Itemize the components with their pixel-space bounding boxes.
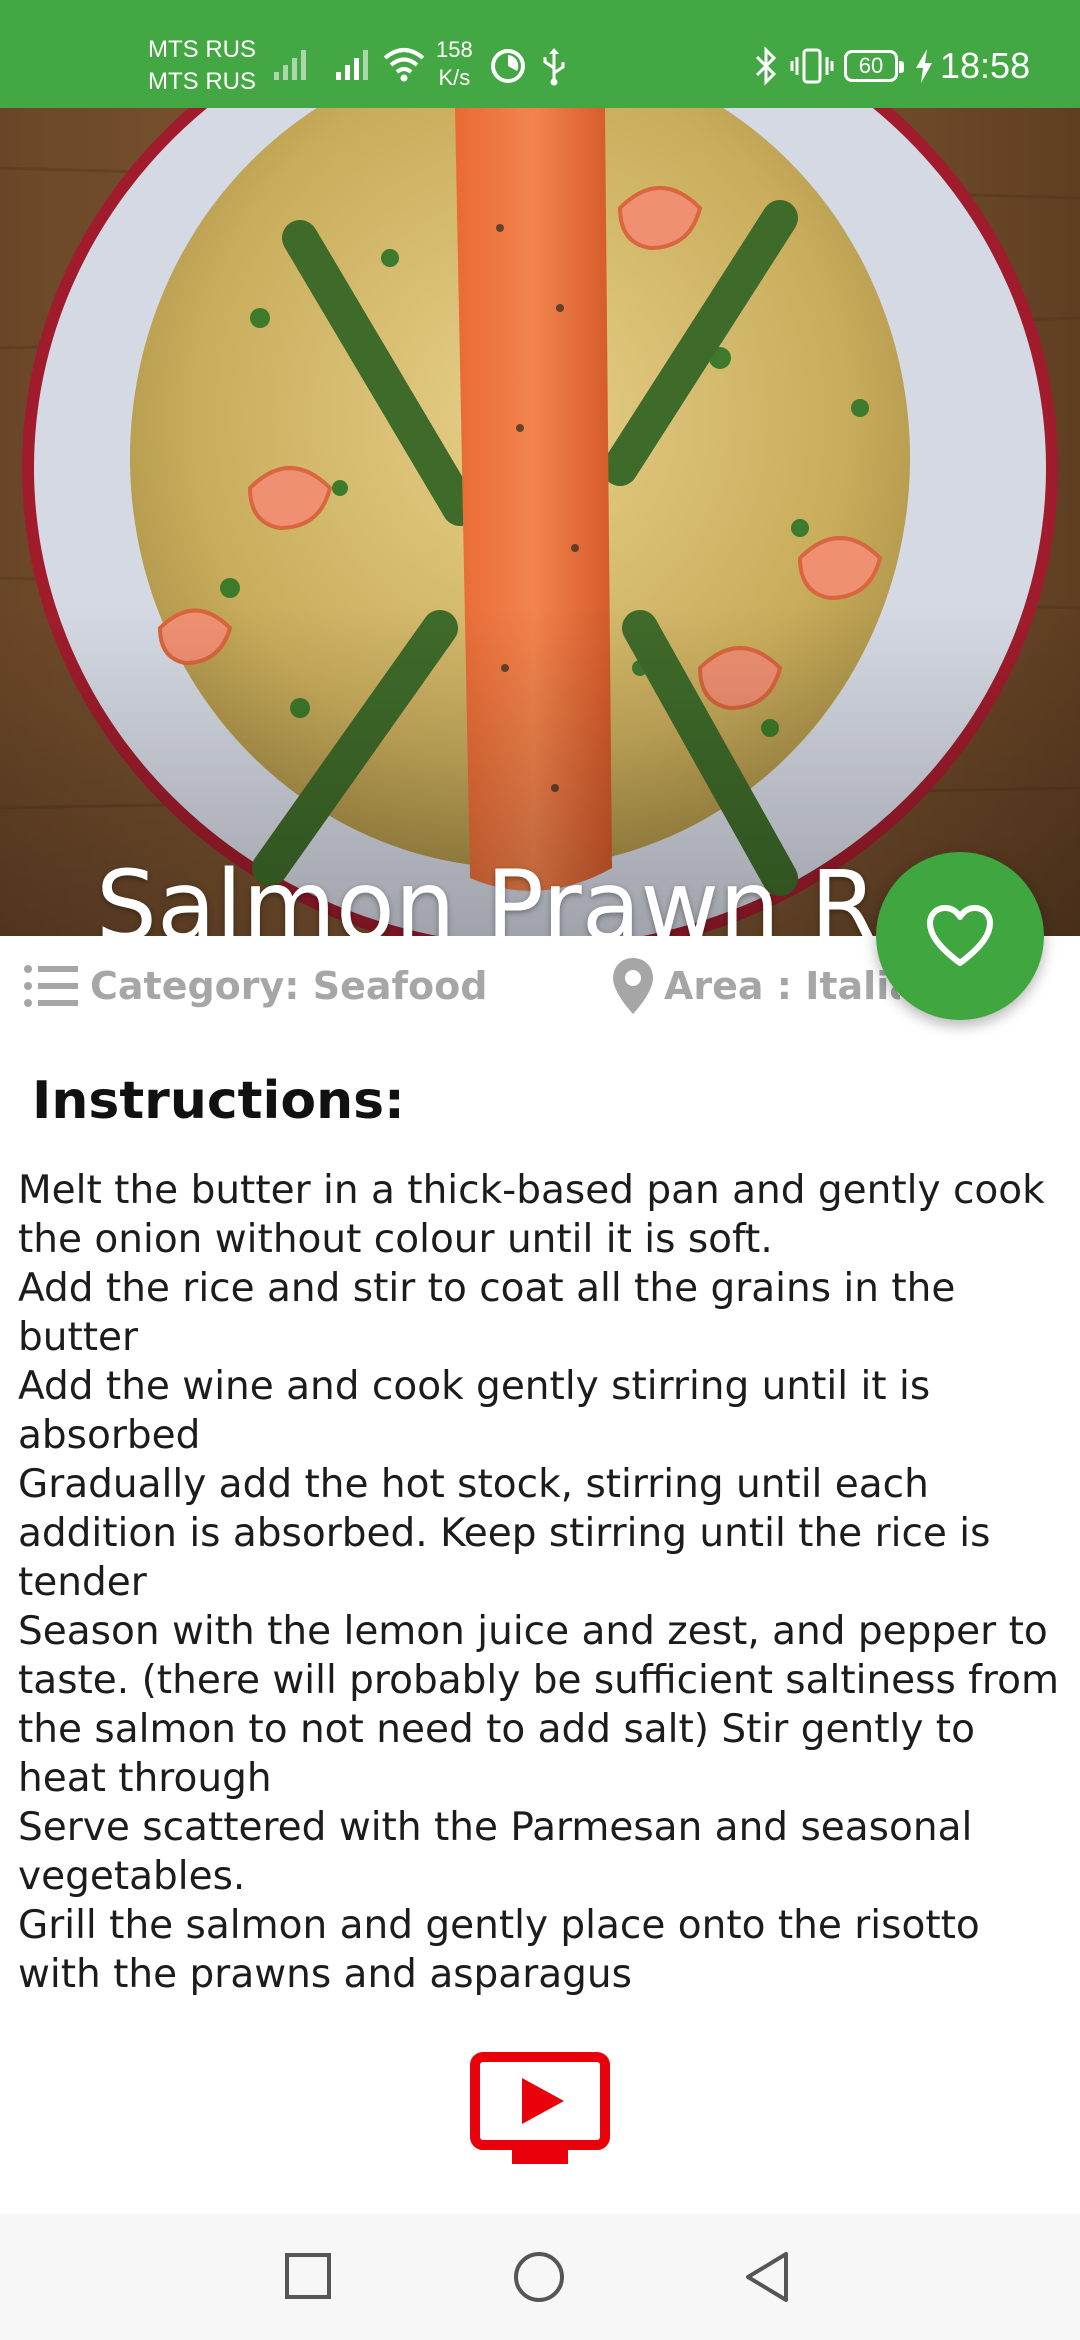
charging-icon — [916, 49, 932, 83]
area-text: Area : Italian — [664, 964, 900, 1008]
meal-photo — [0, 108, 1080, 936]
carrier-label: MTS RUS MTS RUS — [148, 34, 256, 98]
vibrate-icon — [790, 48, 834, 84]
status-bar: MTS RUS MTS RUS 158 K/s 60 18:58 — [0, 0, 1080, 108]
signal-icon — [274, 50, 306, 80]
system-navigation-bar — [0, 2214, 1080, 2340]
list-icon — [24, 965, 78, 1007]
clock: 18:58 — [940, 45, 1031, 86]
battery-icon: 60 — [844, 50, 904, 82]
net-speed-unit: K/s — [438, 65, 471, 90]
recents-square-icon[interactable] — [284, 2252, 332, 2300]
usb-icon — [543, 48, 565, 86]
home-circle-icon[interactable] — [512, 2250, 566, 2304]
net-speed-value: 158 — [436, 37, 473, 62]
youtube-button[interactable] — [470, 2052, 610, 2166]
youtube-icon — [470, 2052, 610, 2164]
heart-icon — [927, 905, 993, 966]
carrier-2: MTS RUS — [148, 68, 256, 95]
category-label: Category: Seafood — [22, 956, 487, 1016]
area-label: Area : Italian — [610, 956, 900, 1016]
clock-sync-icon — [491, 49, 525, 83]
instructions-heading: Instructions: — [32, 1071, 405, 1131]
back-triangle-icon[interactable] — [744, 2250, 790, 2304]
bluetooth-icon — [755, 46, 777, 86]
category-text: Category: Seafood — [90, 964, 488, 1008]
net-speed: 158 K/s — [436, 36, 473, 92]
meal-title: Salmon Prawn Risotto — [96, 850, 976, 936]
signal-icon — [336, 50, 368, 80]
location-pin-icon — [613, 958, 653, 1014]
meal-hero-image: Salmon Prawn Risotto — [0, 108, 1080, 936]
favorite-button[interactable] — [876, 852, 1044, 1020]
wifi-icon — [383, 48, 425, 82]
instructions-text: Melt the butter in a thick-based pan and… — [18, 1168, 1059, 1997]
carrier-1: MTS RUS — [148, 36, 256, 63]
